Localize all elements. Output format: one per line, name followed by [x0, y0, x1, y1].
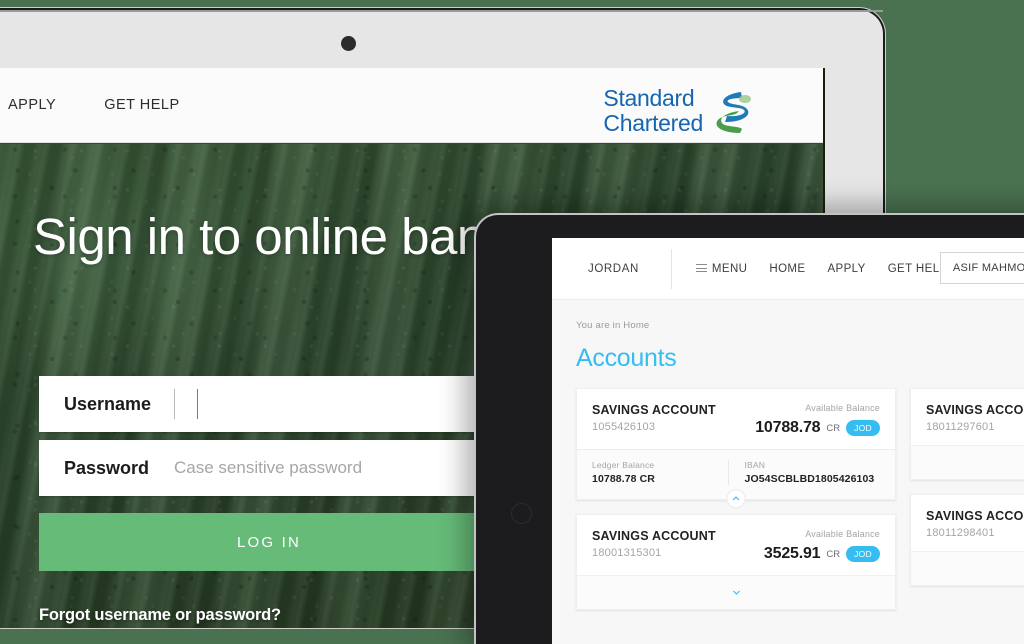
log-in-button-label: LOG IN — [236, 533, 302, 551]
ledger-balance-label: Ledger Balance — [592, 460, 655, 470]
available-balance-amount: 3525.91 — [763, 545, 821, 562]
accounts-column-left: SAVINGS ACCOUNT 1055426103 Available Bal… — [576, 388, 896, 610]
account-card-summary: SAVINGS ACCOUNT 18011298401 — [911, 495, 1024, 551]
account-card[interactable]: SAVINGS ACCOUNT 18011297601 — [910, 388, 1024, 480]
account-name: SAVINGS ACCOUNT — [592, 403, 716, 417]
account-name: SAVINGS ACCOUNT — [926, 509, 1024, 523]
password-input[interactable]: Case sensitive password — [174, 458, 362, 478]
account-card[interactable]: SAVINGS ACCOUNT 18011298401 — [910, 494, 1024, 586]
region-label: JORDAN — [588, 262, 639, 275]
logo-line-1: Standard — [603, 85, 695, 111]
site-header: APPLY GET HELP Standard Chartered — [0, 68, 823, 143]
account-identity: SAVINGS ACCOUNT 1055426103 — [592, 403, 716, 433]
screenshot-stage: APPLY GET HELP Standard Chartered Sign i… — [0, 0, 1024, 644]
ledger-balance-cell: Ledger Balance 10788.78 CR — [592, 460, 728, 485]
password-field-row[interactable]: Password Case sensitive password — [39, 440, 499, 496]
site-nav: APPLY GET HELP — [8, 97, 180, 113]
logo-wordmark: Standard Chartered — [603, 86, 703, 136]
nav-item-menu[interactable]: MENU — [695, 262, 748, 275]
tablet-nav-bar: JORDAN MENU HOME APPLY GET HELP ASIF MAH… — [552, 238, 1024, 300]
account-identity: SAVINGS ACCOUNT 18011297601 — [926, 403, 1024, 433]
nav-item-get-help[interactable]: GET HELP — [888, 263, 948, 275]
available-balance-label: Available Balance — [805, 529, 880, 539]
nav-item-apply[interactable]: APPLY — [827, 263, 865, 275]
currency-badge: JOD — [846, 420, 880, 436]
laptop-camera-icon — [341, 36, 356, 51]
account-card[interactable]: SAVINGS ACCOUNT 18001315301 Available Ba… — [576, 514, 896, 610]
iban-label: IBAN — [744, 460, 766, 470]
field-divider — [174, 389, 175, 419]
available-balance-amount: 10788.78 — [755, 419, 821, 436]
account-number: 18011298401 — [926, 527, 995, 539]
credit-indicator: CR — [826, 548, 841, 560]
nav-item-menu-label: MENU — [711, 262, 748, 275]
account-balance-block: Available Balance 3525.91 CR JOD — [764, 529, 880, 563]
expand-account-button[interactable] — [911, 445, 1024, 479]
password-label: Password — [64, 457, 150, 478]
accounts-page-title: Accounts — [576, 344, 677, 372]
tablet-page-body: You are in Home Accounts SAVINGS ACCOUNT… — [552, 300, 1024, 644]
expand-account-button[interactable] — [911, 551, 1024, 585]
iban-cell: IBAN JO54SCBLBD1805426103 — [727, 460, 881, 485]
logo-line-2: Chartered — [603, 109, 703, 136]
account-card-summary: SAVINGS ACCOUNT 18011297601 — [911, 389, 1024, 445]
login-form: Username Password Case sensitive passwor… — [39, 376, 499, 625]
tablet-device: JORDAN MENU HOME APPLY GET HELP ASIF MAH… — [474, 213, 1024, 644]
account-number: 1055426103 — [592, 421, 656, 433]
collapse-account-button[interactable] — [726, 489, 746, 508]
account-name: SAVINGS ACCOUNT — [926, 403, 1024, 417]
account-card[interactable]: SAVINGS ACCOUNT 1055426103 Available Bal… — [576, 388, 896, 508]
expand-account-button[interactable] — [577, 575, 895, 609]
tablet-nav-links: MENU HOME APPLY GET HELP — [672, 263, 948, 275]
user-name-label: ASIF MAHMOUD — [952, 262, 1024, 274]
user-account-menu[interactable]: ASIF MAHMOUD — [939, 252, 1024, 284]
account-card-summary: SAVINGS ACCOUNT 18001315301 Available Ba… — [577, 515, 895, 575]
chevron-down-icon — [732, 590, 740, 595]
nav-item-apply[interactable]: APPLY — [8, 97, 56, 113]
standard-chartered-mark-icon — [716, 91, 751, 133]
currency-badge: JOD — [846, 546, 880, 562]
tablet-home-button[interactable] — [511, 503, 532, 524]
account-number: 18001315301 — [592, 547, 662, 559]
account-identity: SAVINGS ACCOUNT 18011298401 — [926, 509, 1024, 539]
ledger-balance-value: 10788.78 CR — [592, 473, 655, 485]
account-name: SAVINGS ACCOUNT — [592, 529, 716, 543]
credit-indicator: CR — [826, 422, 841, 434]
breadcrumb: You are in Home — [576, 320, 650, 331]
iban-value: JO54SCBLBD1805426103 — [744, 473, 875, 485]
chevron-up-icon — [732, 496, 740, 501]
account-identity: SAVINGS ACCOUNT 18001315301 — [592, 529, 716, 559]
tablet-screen: JORDAN MENU HOME APPLY GET HELP ASIF MAH… — [552, 238, 1024, 644]
standard-chartered-logo[interactable]: Standard Chartered — [603, 86, 753, 136]
accounts-column-right: SAVINGS ACCOUNT 18011297601 — [910, 388, 1024, 610]
username-label: Username — [64, 393, 152, 414]
account-card-summary: SAVINGS ACCOUNT 1055426103 Available Bal… — [577, 389, 895, 449]
nav-item-get-help[interactable]: GET HELP — [104, 97, 179, 113]
forgot-credentials-link[interactable]: Forgot username or password? — [39, 606, 499, 625]
log-in-button[interactable]: LOG IN — [39, 513, 499, 571]
account-balance-block: Available Balance 10788.78 CR JOD — [755, 403, 880, 437]
hamburger-icon — [695, 264, 707, 273]
text-caret — [197, 389, 198, 419]
accounts-grid: SAVINGS ACCOUNT 1055426103 Available Bal… — [576, 388, 1024, 610]
available-balance-row: 10788.78 CR JOD — [755, 419, 880, 437]
available-balance-label: Available Balance — [805, 403, 880, 413]
account-card-details: Ledger Balance 10788.78 CR IBAN JO54SCBL… — [577, 449, 895, 508]
account-number: 18011297601 — [926, 421, 995, 433]
available-balance-row: 3525.91 CR JOD — [764, 545, 880, 563]
laptop-top-strip — [0, 10, 883, 12]
nav-item-home[interactable]: HOME — [769, 263, 805, 275]
username-field-row[interactable]: Username — [39, 376, 499, 432]
